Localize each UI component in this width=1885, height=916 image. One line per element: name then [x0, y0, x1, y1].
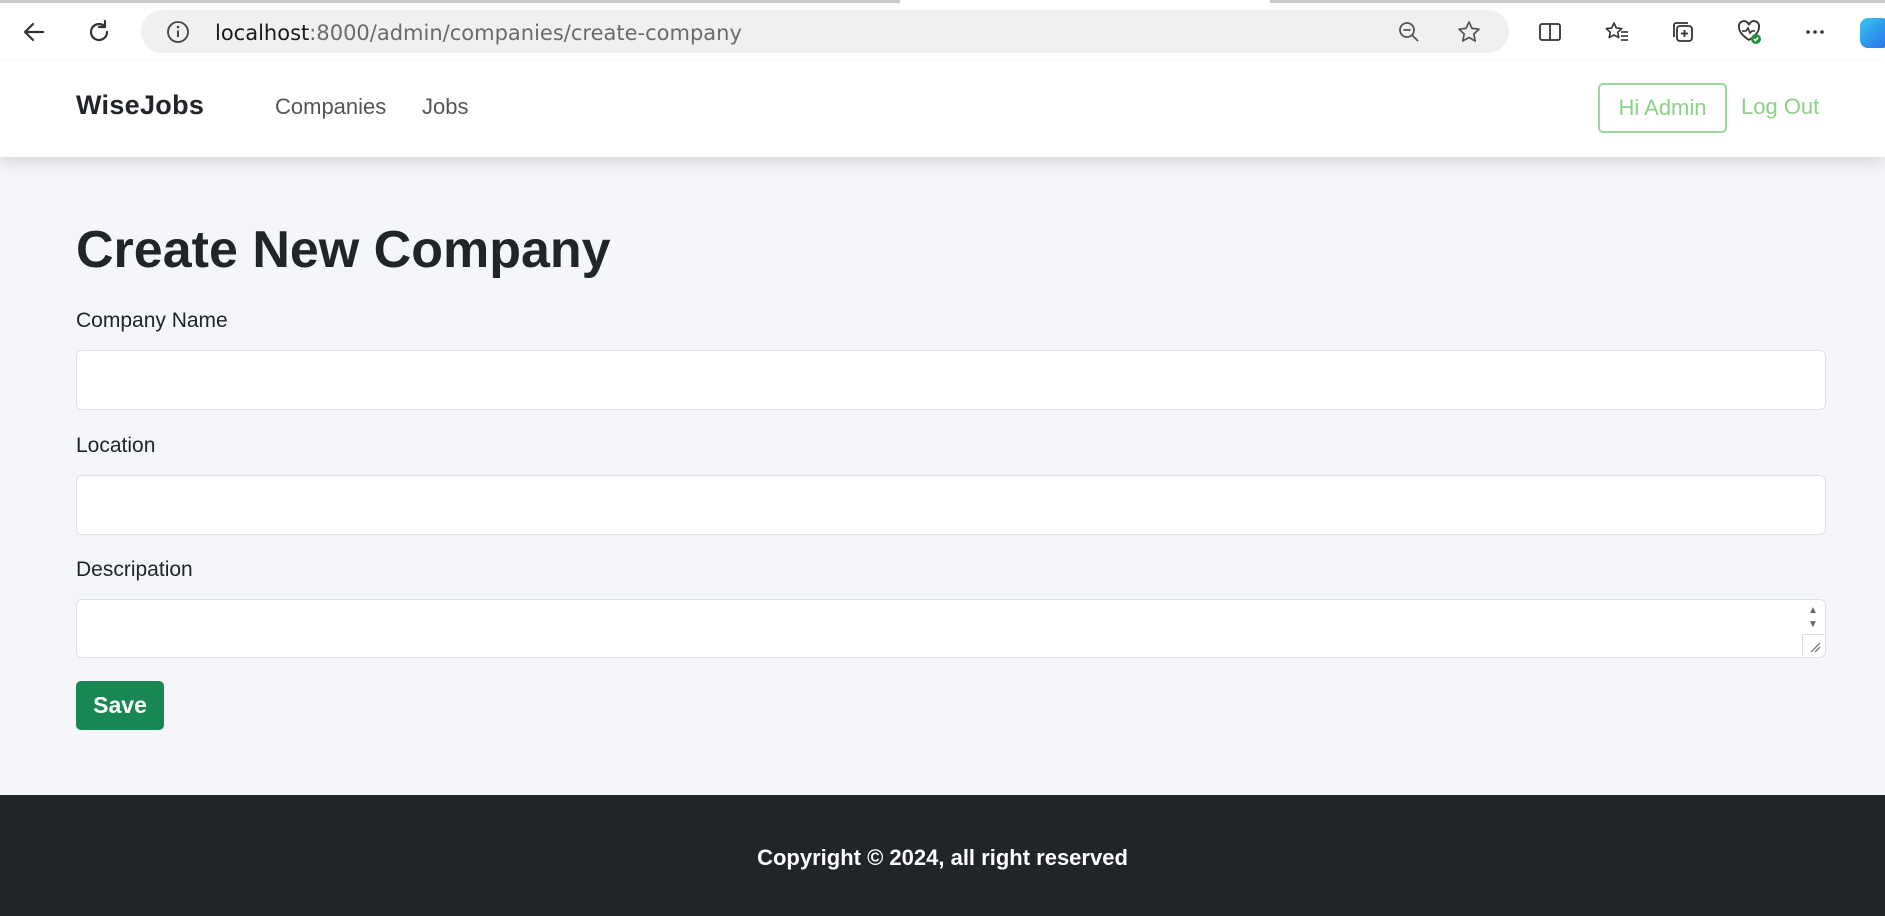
save-button[interactable]: Save	[76, 681, 164, 730]
tab-strip	[0, 0, 900, 3]
company-name-label: Company Name	[76, 309, 228, 332]
split-screen-icon[interactable]	[1530, 12, 1570, 52]
logout-link[interactable]: Log Out	[1741, 94, 1819, 120]
address-bar[interactable]: localhost:8000/admin/companies/create-co…	[141, 10, 1509, 53]
favorite-star-icon[interactable]	[1454, 17, 1484, 47]
zoom-out-icon[interactable]	[1394, 17, 1424, 47]
refresh-icon[interactable]	[79, 12, 119, 52]
user-greeting-button[interactable]: Hi Admin	[1598, 83, 1727, 133]
description-label: Descripation	[76, 558, 193, 581]
url-text[interactable]: localhost:8000/admin/companies/create-co…	[215, 21, 742, 45]
collections-icon[interactable]	[1663, 12, 1703, 52]
favorites-icon[interactable]	[1597, 12, 1637, 52]
url-path: :8000/admin/companies/create-company	[309, 21, 742, 45]
browser-toolbar: localhost:8000/admin/companies/create-co…	[0, 0, 1885, 62]
nav-companies[interactable]: Companies	[275, 94, 386, 120]
copyright-text: Copyright © 2024, all right reserved	[757, 845, 1128, 870]
copilot-icon[interactable]	[1860, 18, 1885, 48]
site-info-icon[interactable]	[163, 17, 193, 47]
page-title: Create New Company	[76, 221, 611, 279]
scroll-down-arrow-icon[interactable]: ▼	[1807, 619, 1819, 630]
tab-strip	[1270, 0, 1885, 3]
app-navbar: WiseJobs Companies Jobs Hi Admin Log Out	[0, 62, 1885, 157]
browser-essentials-icon[interactable]	[1729, 12, 1769, 52]
description-textarea[interactable]	[77, 600, 1825, 657]
brand-logo[interactable]: WiseJobs	[76, 90, 204, 121]
url-host: localhost	[215, 21, 310, 45]
description-field: ▲ ▼	[76, 599, 1826, 658]
scroll-up-arrow-icon[interactable]: ▲	[1807, 605, 1819, 616]
back-icon[interactable]	[14, 12, 54, 52]
resize-handle-icon[interactable]	[1802, 634, 1824, 656]
footer: Copyright © 2024, all right reserved	[0, 795, 1885, 916]
more-options-icon[interactable]	[1795, 12, 1835, 52]
location-input[interactable]	[76, 475, 1826, 535]
nav-jobs[interactable]: Jobs	[422, 94, 468, 120]
location-label: Location	[76, 434, 156, 457]
company-name-input[interactable]	[76, 350, 1826, 410]
